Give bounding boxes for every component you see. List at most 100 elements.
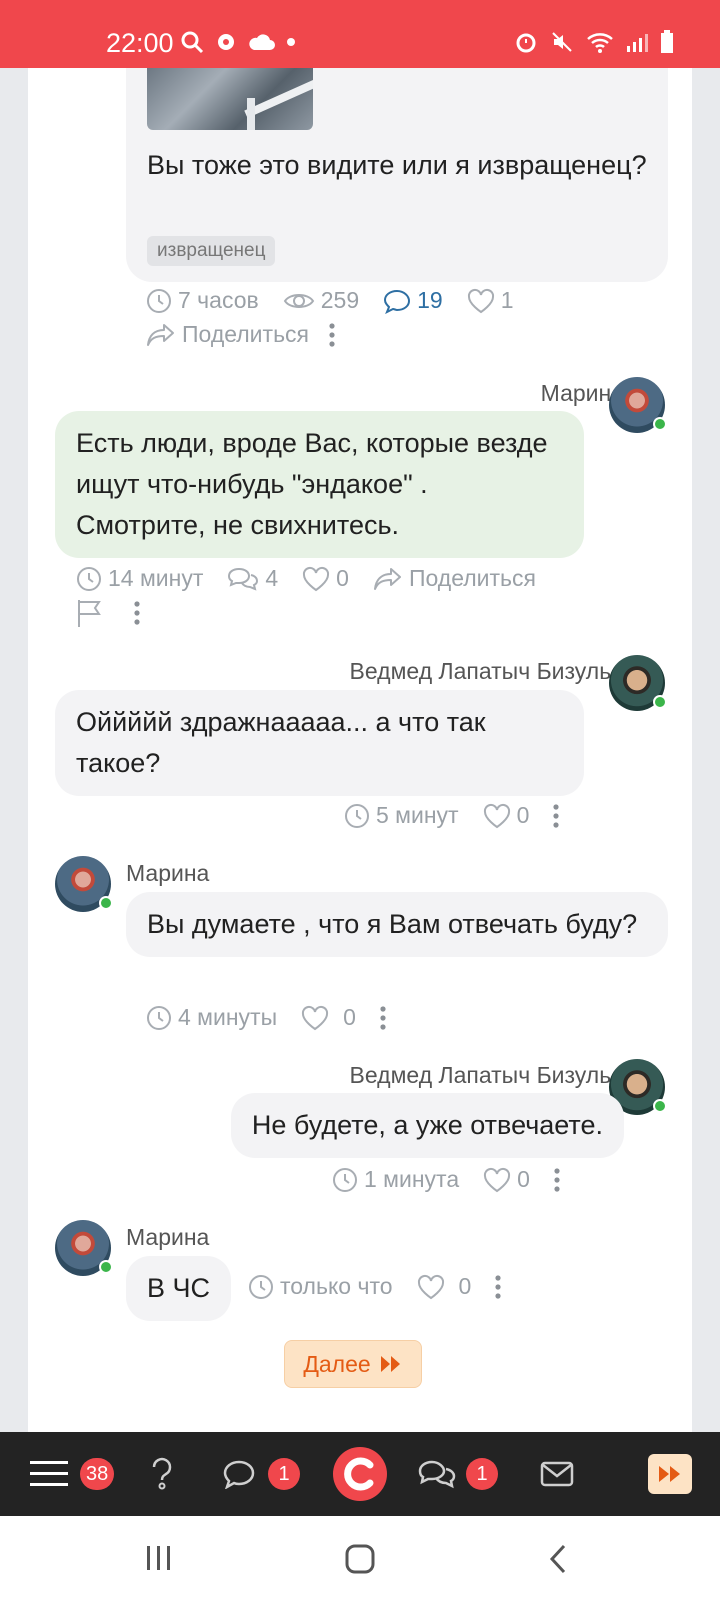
comment-time: 1 минута (332, 1166, 459, 1193)
chat-button[interactable] (222, 1432, 256, 1516)
comment-more-icon[interactable] (134, 601, 140, 625)
comment-bubble: Оййййй здражнааааа... а что так такое? (55, 690, 584, 796)
search-icon (181, 31, 204, 54)
system-nav-bar (0, 1516, 720, 1600)
online-indicator (99, 1260, 113, 1274)
mute-icon (552, 32, 572, 52)
discussions-icon (418, 1460, 456, 1489)
comment-author[interactable]: Ведмед Лапатыч Бизульо (350, 658, 624, 685)
comment-like-button[interactable]: 0 (301, 1004, 356, 1031)
comment-time: только что (248, 1273, 393, 1300)
comment-like-button[interactable]: 0 (483, 1166, 530, 1193)
battery-icon (661, 30, 673, 53)
home-icon (345, 1544, 375, 1574)
status-right-icons (514, 30, 674, 54)
share-icon (373, 567, 401, 590)
post-tag[interactable]: извращенец (147, 236, 276, 266)
comment-like-button[interactable]: 0 (302, 565, 349, 592)
recent-apps-icon (147, 1546, 170, 1570)
heart-icon (484, 1167, 511, 1192)
post-more-icon[interactable] (329, 322, 335, 347)
comment-more-icon[interactable] (554, 1167, 560, 1192)
status-bar: 22:00 (0, 0, 720, 68)
dot-icon (287, 38, 295, 46)
clock-icon (77, 566, 101, 591)
post-share-button[interactable]: Поделиться (146, 321, 309, 348)
post-text: Вы тоже это видите или я извращенец? (147, 150, 647, 180)
post-views: 259 (283, 287, 359, 314)
comment-meta: 14 минут 4 0 Поделиться (76, 565, 536, 592)
post-like-button[interactable]: 1 (467, 287, 514, 314)
online-indicator (653, 695, 667, 709)
fast-forward-button[interactable] (648, 1432, 692, 1516)
home-logo-button[interactable] (332, 1432, 388, 1516)
comment-meta: 4 минуты 0 (146, 1004, 386, 1031)
back-button[interactable] (548, 1544, 568, 1579)
status-time: 22:00 (106, 28, 174, 58)
comment-bubble: Вы думаете , что я Вам отвечать буду? (126, 892, 668, 957)
next-page-button[interactable]: Далее (284, 1340, 422, 1388)
menu-icon (30, 1461, 68, 1486)
alarm-icon (516, 33, 536, 53)
menu-button[interactable] (30, 1432, 68, 1516)
comment-author[interactable]: Марина (126, 1224, 209, 1251)
comment-time: 4 минуты (146, 1004, 277, 1031)
chat-bubble-icon (223, 1460, 255, 1489)
comment-time: 5 минут (344, 802, 459, 829)
clock-icon (345, 803, 369, 828)
post-time: 7 часов (146, 287, 259, 314)
heart-icon (483, 803, 510, 828)
help-button[interactable] (148, 1432, 176, 1516)
post-comments-link[interactable]: 19 (383, 287, 443, 314)
comment-more-icon[interactable] (380, 1005, 386, 1030)
post-image[interactable] (147, 68, 313, 130)
online-indicator (653, 417, 667, 431)
comment-icon (384, 289, 411, 314)
avatar[interactable] (55, 856, 113, 912)
comment-more-icon[interactable] (553, 803, 559, 828)
chat-badge: 1 (268, 1458, 300, 1490)
recent-apps-button[interactable] (145, 1544, 173, 1577)
comment-like-button[interactable]: 0 (417, 1273, 471, 1300)
comment-meta: только что 0 (248, 1273, 501, 1300)
comment-bubble: Есть люди, вроде Вас, которые везде ищут… (55, 411, 584, 558)
mail-button[interactable] (540, 1432, 574, 1516)
mail-icon (540, 1461, 574, 1487)
logo-icon (333, 1447, 387, 1501)
avatar[interactable] (609, 377, 667, 433)
online-indicator (99, 896, 113, 910)
avatar[interactable] (55, 1220, 113, 1276)
eye-icon (283, 293, 314, 308)
gear-icon (218, 34, 234, 50)
comment-like-button[interactable]: 0 (483, 802, 529, 829)
comment-meta: 1 минута 0 (332, 1166, 560, 1193)
clock-icon (249, 1274, 273, 1299)
home-button[interactable] (345, 1544, 375, 1579)
flag-icon[interactable] (76, 598, 104, 628)
comment-author[interactable]: Ведмед Лапатыч Бизульо (350, 1062, 624, 1089)
comment-share-button[interactable]: Поделиться (373, 565, 536, 592)
clock-icon (333, 1167, 357, 1192)
heart-icon (467, 288, 494, 313)
avatar[interactable] (609, 655, 667, 711)
fast-forward-icon (648, 1454, 692, 1494)
comment-bubble: Не будете, а уже отвечаете. (230, 1093, 624, 1158)
wifi-icon (587, 33, 613, 53)
post-meta: 7 часов 259 19 1 (146, 287, 514, 314)
comment-bubble: В ЧС (126, 1256, 232, 1321)
online-indicator (653, 1099, 667, 1113)
comment-author[interactable]: Марина (126, 860, 209, 887)
fast-forward-icon (380, 1356, 400, 1372)
signal-icon (627, 34, 648, 52)
comment-replies[interactable]: 4 (227, 565, 278, 592)
discussions-badge: 1 (466, 1458, 498, 1490)
back-icon (549, 1544, 566, 1574)
discussions-button[interactable] (418, 1432, 456, 1516)
comment-time: 14 минут (76, 565, 203, 592)
share-icon (147, 323, 174, 346)
comment-more-icon[interactable] (495, 1274, 501, 1299)
replies-icon (228, 567, 259, 591)
comments-page: Вы тоже это видите или я извращенец? изв… (28, 68, 692, 1432)
menu-badge: 38 (80, 1458, 115, 1490)
heart-icon (303, 566, 330, 591)
